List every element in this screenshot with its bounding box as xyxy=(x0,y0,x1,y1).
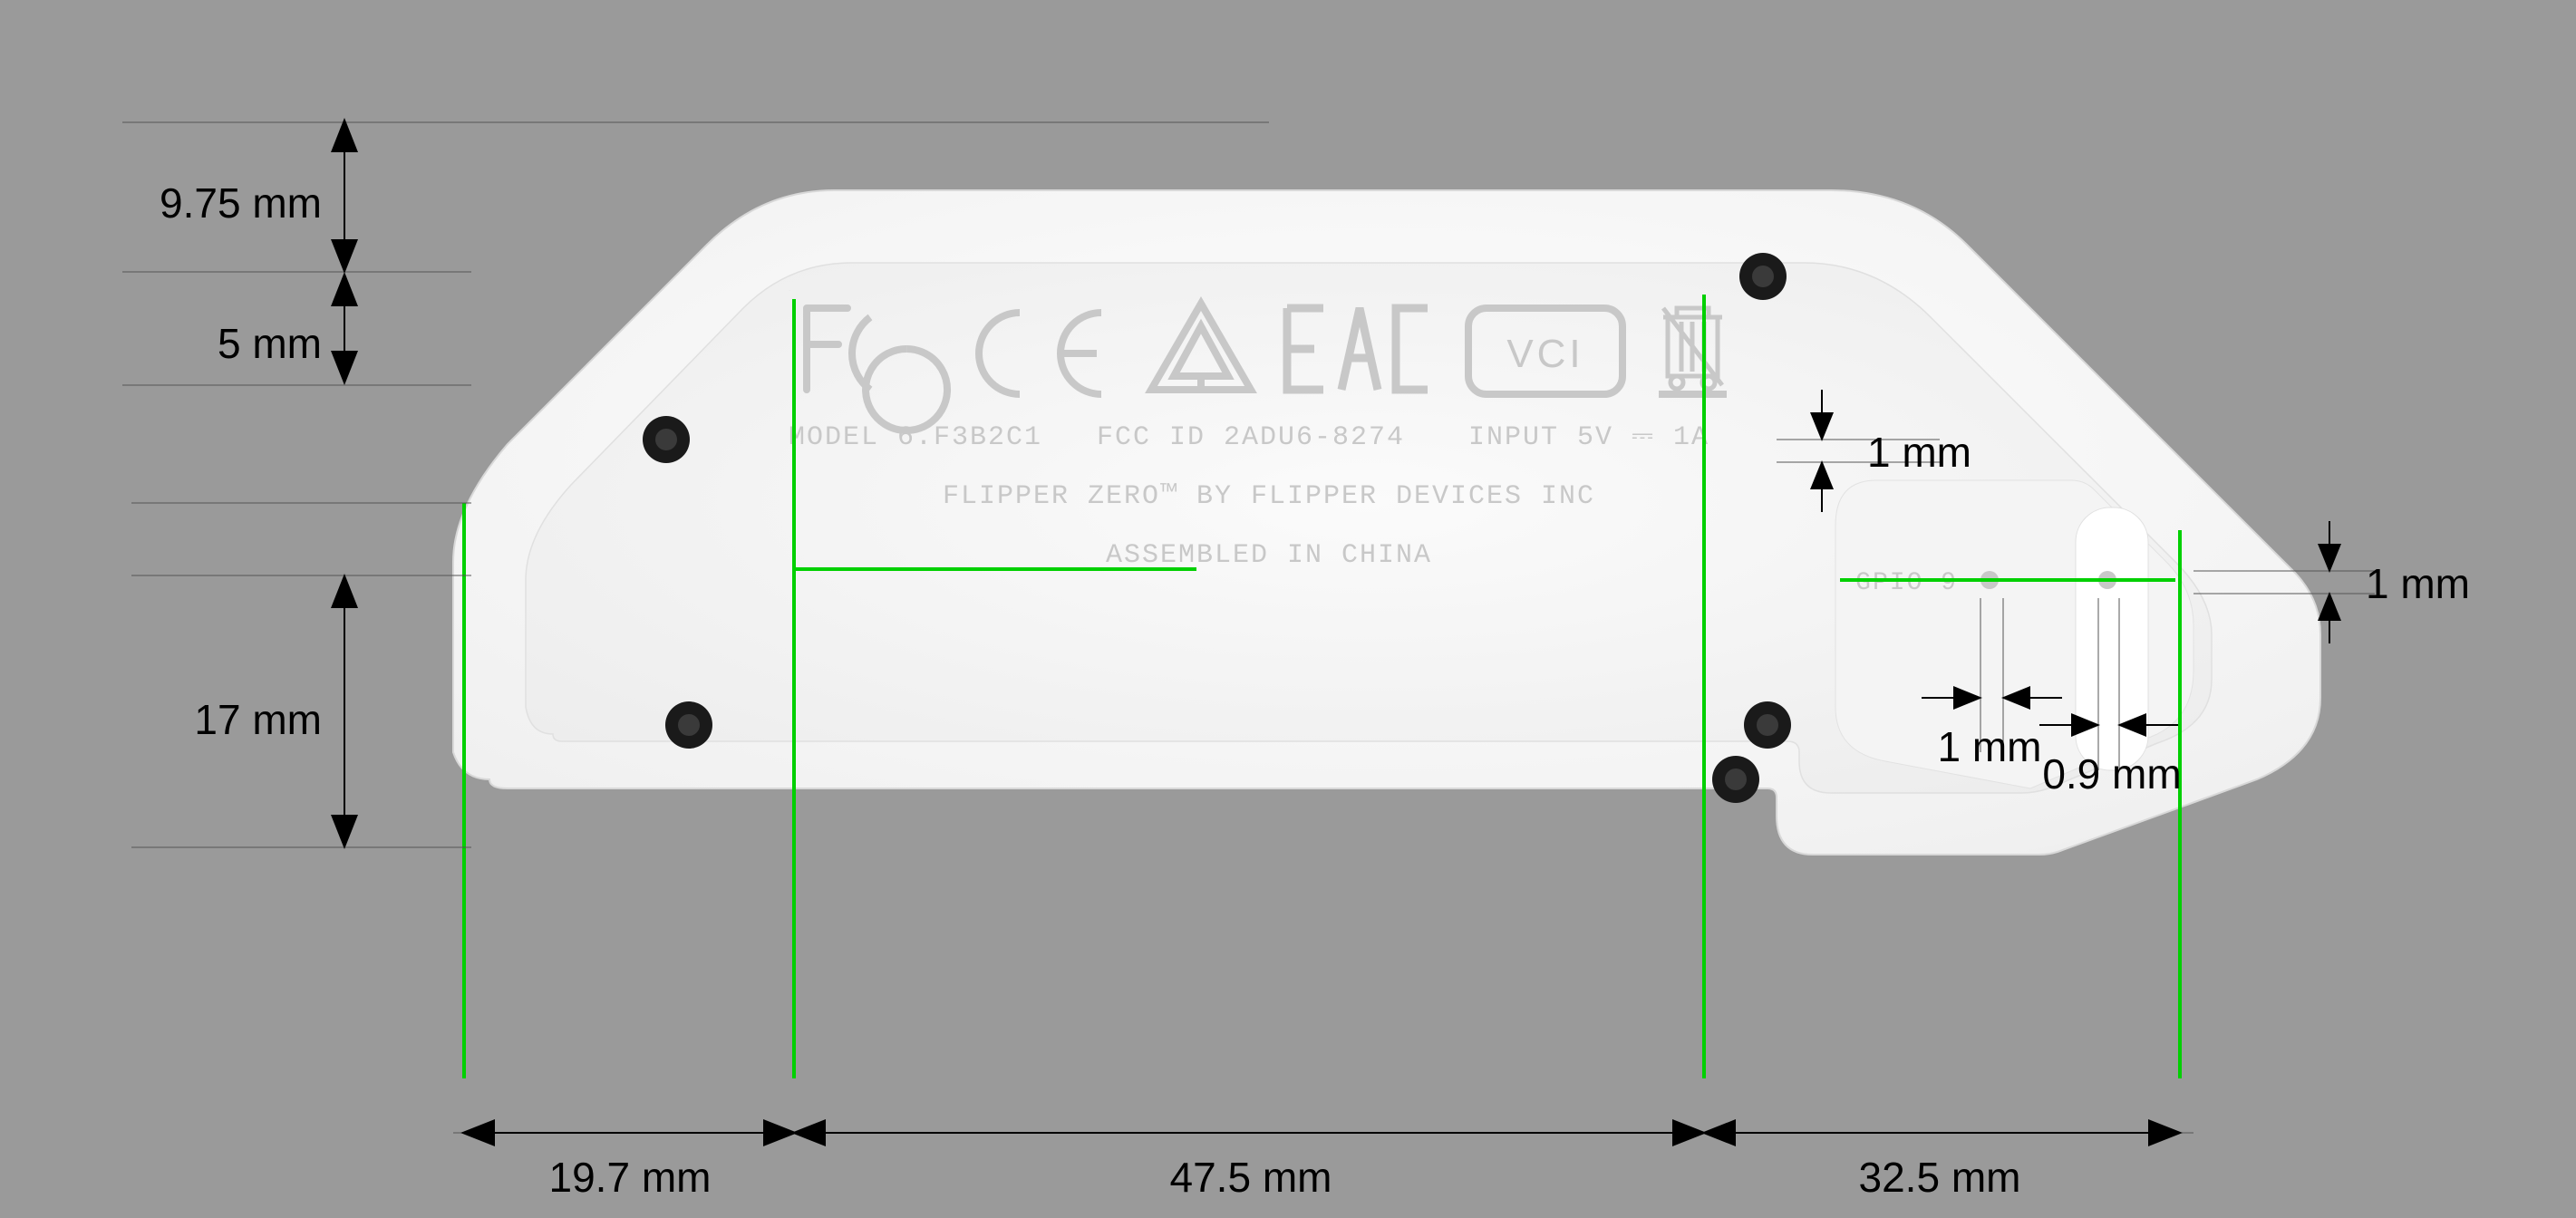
dim-pin-a: 1 mm xyxy=(1938,723,2042,770)
fccid-text: FCC ID 2ADU6-8274 xyxy=(1097,422,1405,453)
model-text: MODEL 6.F3B2C1 xyxy=(789,422,1042,453)
svg-text:VCI: VCI xyxy=(1506,332,1583,376)
dim-left-height: 17 mm xyxy=(194,696,322,743)
dim-ir-top: 1 mm xyxy=(1867,429,1971,476)
dim-top-offset: 9.75 mm xyxy=(160,179,322,227)
dim-bottom-a: 19.7 mm xyxy=(549,1154,712,1201)
dim-bottom-b: 47.5 mm xyxy=(1170,1154,1332,1201)
brand-text: FLIPPER ZERO™ BY FLIPPER DEVICES INC xyxy=(943,481,1595,512)
dim-top-margin: 5 mm xyxy=(218,320,322,367)
dim-pin-b: 0.9 mm xyxy=(2042,750,2181,798)
input-text: INPUT 5V ⎓ 1A xyxy=(1468,422,1709,453)
gpio-text: GPIO 9 xyxy=(1855,569,1958,597)
assembly-text: ASSEMBLED IN CHINA xyxy=(1106,540,1432,571)
dim-ir-right: 1 mm xyxy=(2366,560,2470,607)
dim-bottom-c: 32.5 mm xyxy=(1859,1154,2021,1201)
diagram-canvas: VCI MODEL 6.F3B2C1 FCC ID 2ADU6-8274 INP… xyxy=(0,0,2576,1218)
